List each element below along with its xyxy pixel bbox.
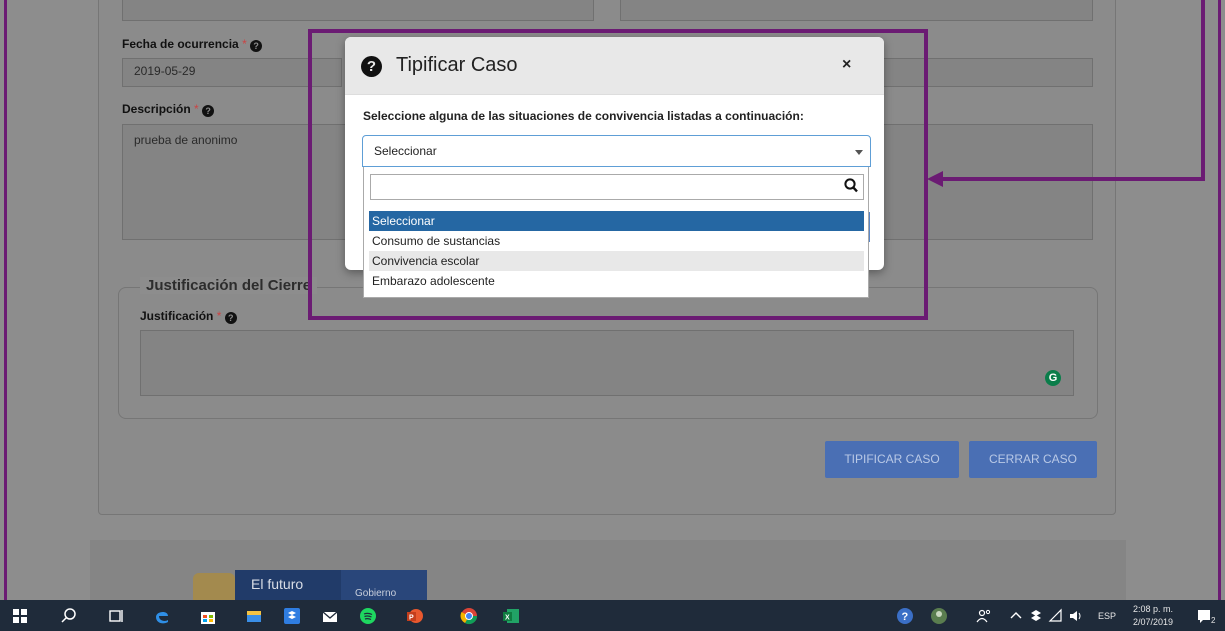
logo-subtext: Gobierno [341, 570, 427, 601]
help-icon: ? [250, 40, 263, 52]
store-icon[interactable] [199, 607, 217, 625]
clock-date[interactable]: 2/07/2019 [1133, 617, 1173, 627]
annotation-highlight-box [308, 29, 928, 320]
file-explorer-icon[interactable] [245, 607, 263, 625]
clock-time[interactable]: 2:08 p. m. [1133, 604, 1173, 614]
fieldset-legend: Justificación del Cierre [140, 277, 318, 294]
coat-of-arms-logo [193, 573, 235, 601]
svg-text:?: ? [902, 611, 909, 623]
justificacion-textarea[interactable] [140, 330, 1074, 396]
powerpoint-icon[interactable]: P [406, 607, 424, 625]
government-logo: El futuro Gobierno [235, 570, 427, 601]
annotation-arrow-icon [927, 171, 943, 187]
volume-icon[interactable] [1067, 607, 1085, 625]
windows-taskbar: P X ? ESP 2:08 p. m. 2/07/2019 2 [0, 600, 1225, 631]
svg-text:P: P [409, 615, 414, 622]
top-left-field[interactable] [122, 0, 594, 21]
edge-icon[interactable] [153, 607, 171, 625]
excel-icon[interactable]: X [502, 607, 520, 625]
language-indicator[interactable]: ESP [1098, 611, 1116, 621]
logo-text: El futuro [251, 576, 304, 592]
fecha-label: Fecha de ocurrencia * ? [122, 37, 263, 52]
tipificar-caso-button[interactable]: TIPIFICAR CASO [825, 441, 959, 478]
chevron-up-icon[interactable] [1007, 607, 1025, 625]
annotation-line [941, 177, 1205, 181]
wifi-icon[interactable] [1047, 607, 1065, 625]
help-icon: ? [202, 105, 215, 117]
help-icon: ? [224, 312, 237, 324]
help-tray-icon[interactable]: ? [896, 607, 914, 625]
descripcion-label: Descripción * ? [122, 102, 215, 117]
dropbox-tray-icon[interactable] [1027, 607, 1045, 625]
task-view-icon[interactable] [107, 607, 125, 625]
grammarly-icon[interactable]: G [1045, 370, 1061, 386]
spotify-icon[interactable] [359, 607, 377, 625]
notification-count: 2 [1211, 616, 1216, 625]
top-right-field[interactable] [620, 0, 1093, 21]
people-icon[interactable] [975, 607, 993, 625]
search-icon[interactable] [60, 607, 78, 625]
cerrar-caso-button[interactable]: CERRAR CASO [969, 441, 1097, 478]
annotation-line [1201, 0, 1205, 181]
chrome-icon[interactable] [460, 607, 478, 625]
mail-icon[interactable] [321, 607, 339, 625]
avatar[interactable] [930, 607, 948, 625]
dropbox-icon[interactable] [283, 607, 301, 625]
svg-text:X: X [505, 615, 510, 622]
windows-start-icon[interactable] [11, 607, 29, 625]
justificacion-label: Justificación * ? [140, 309, 237, 324]
